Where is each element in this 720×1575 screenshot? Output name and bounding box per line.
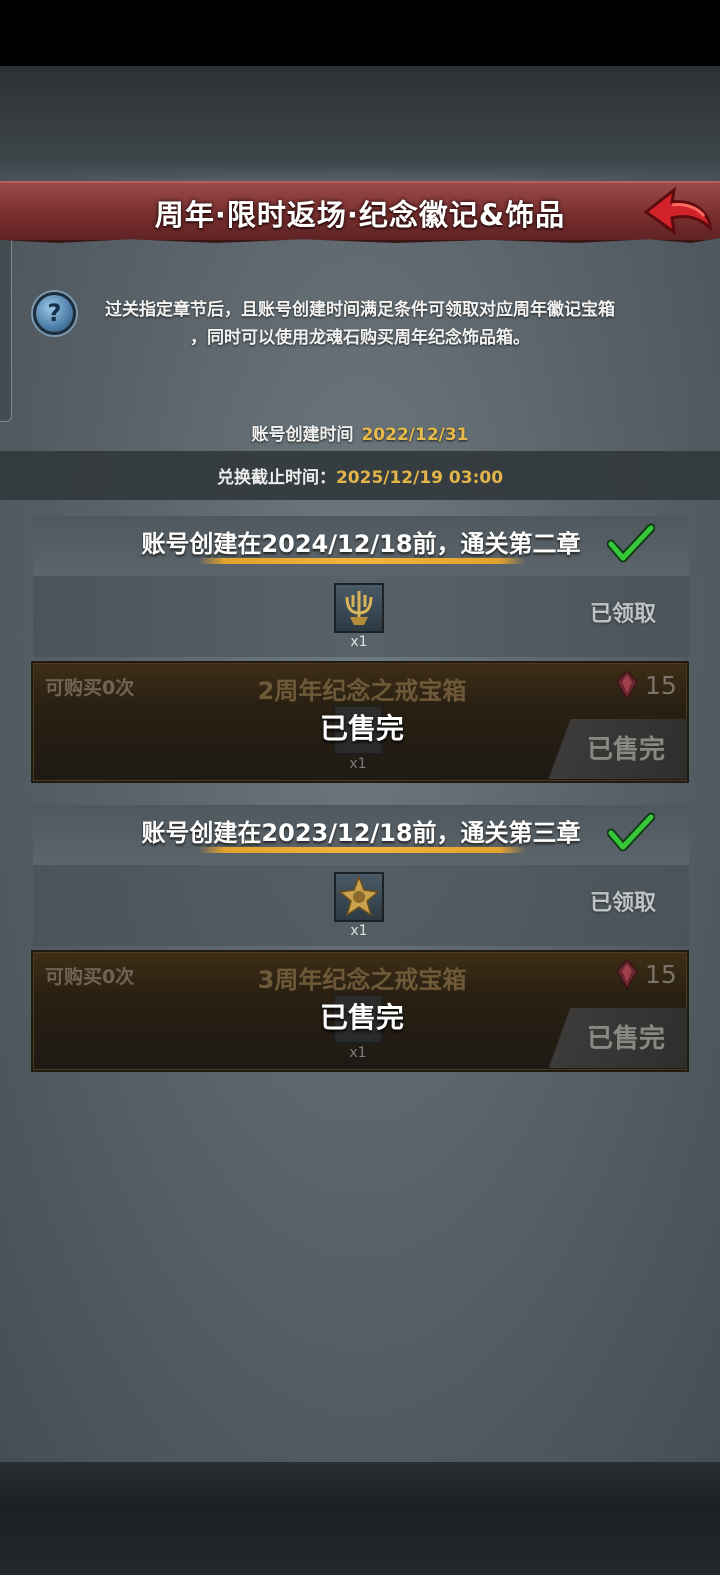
shop-item-card: 可购买0次 2周年纪念之戒宝箱 15 x1 已售完 已售完 [31,661,689,783]
trident-badge-graphic [345,591,373,625]
soldout-button-label: 已售完 [587,735,666,765]
star-crest-badge-graphic [338,874,380,917]
item-quantity: x1 [350,634,368,650]
bottom-bar [0,1462,720,1575]
shop-item-quantity: x1 [349,756,367,772]
back-arrow-icon [643,186,712,236]
account-created-label: 账号创建时间 [251,425,354,445]
reward-section: 账号创建在2024/12/18前，通关第二章 x1 已领取 [33,516,689,657]
deadline-row: 兑换截止时间：2025/12/19 03:00 [0,463,720,488]
shop-item-quantity: x1 [349,1045,367,1061]
shop-price: 15 [645,671,677,700]
deadline-label: 兑换截止时间： [216,468,336,488]
claimed-status: 已领取 [589,891,656,916]
reward-condition-title: 账号创建在2023/12/18前，通关第三章 [141,819,581,847]
account-created-row: 账号创建时间 2022/12/31 [0,420,720,445]
checkmark-icon [607,523,655,563]
claimed-status: 已领取 [589,602,656,627]
reward-section: 账号创建在2023/12/18前，通关第三章 x1 已领取 [33,805,689,946]
event-description: 过关指定章节后，且账号创建时间满足条件可领取对应周年徽记宝箱 ，同时可以使用龙魂… [84,296,636,352]
dragon-soul-gem-icon [616,670,638,700]
back-button[interactable] [640,184,716,240]
shop-price: 15 [645,960,677,989]
reward-condition-title: 账号创建在2024/12/18前，通关第二章 [141,530,581,558]
title-underline [198,847,526,853]
star-crest-badge-icon[interactable] [334,872,384,922]
item-quantity: x1 [350,923,368,939]
shop-item-name: 3周年纪念之戒宝箱 [257,966,467,994]
shop-item-card: 可购买0次 3周年纪念之戒宝箱 15 x1 已售完 已售完 [31,950,689,1072]
deadline-value: 2025/12/19 03:00 [335,468,504,488]
page-title: 周年·限时返场·纪念徽记&饰品 [154,198,566,232]
soldout-button[interactable]: 已售完 [547,719,687,779]
account-created-value: 2022/12/31 [361,425,469,445]
soldout-button[interactable]: 已售完 [547,1008,687,1068]
trident-badge-icon[interactable] [334,583,384,633]
description-line-2: ，同时可以使用龙魂石购买周年纪念饰品箱。 [190,328,530,348]
status-bar [0,0,720,66]
dragon-soul-gem-icon [616,959,638,989]
shop-item-name: 2周年纪念之戒宝箱 [257,677,467,705]
description-line-1: 过关指定章节后，且账号创建时间满足条件可领取对应周年徽记宝箱 [105,300,615,320]
help-icon[interactable]: ? [33,292,76,335]
checkmark-icon [607,812,655,852]
title-underline [198,558,526,564]
soldout-button-label: 已售完 [587,1024,666,1054]
